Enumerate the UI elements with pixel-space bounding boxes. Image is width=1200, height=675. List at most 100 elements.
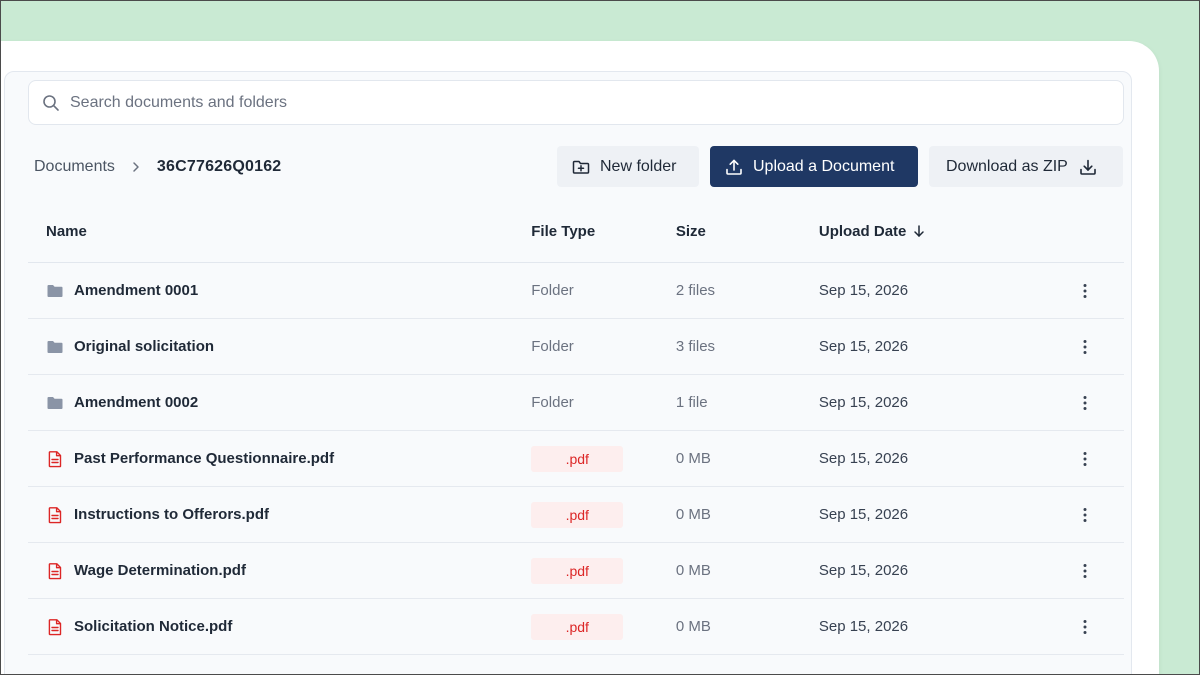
cell-size: 0 MB <box>675 486 819 543</box>
cell-upload-date: Sep 15, 2026 <box>818 262 1045 319</box>
cell-actions <box>1044 542 1124 599</box>
download-icon <box>1078 157 1098 177</box>
cell-size: 0 MB <box>675 598 819 655</box>
more-options-icon[interactable] <box>1075 337 1095 357</box>
file-name[interactable]: Amendment 0001 <box>74 282 198 299</box>
cell-upload-date: Sep 15, 2026 <box>818 374 1045 431</box>
folder-plus-icon <box>571 157 591 177</box>
file-type-text: Folder <box>531 394 574 411</box>
cell-upload-date: Sep 15, 2026 <box>818 318 1045 375</box>
column-header-upload-date[interactable]: Upload Date <box>818 200 1045 263</box>
chevron-right-icon <box>131 161 141 173</box>
breadcrumb-current: 36C77626Q0162 <box>156 158 282 175</box>
more-options-icon[interactable] <box>1075 281 1095 301</box>
cell-file-type: .pdf <box>531 598 676 655</box>
cell-upload-date: Sep 15, 2026 <box>818 486 1045 543</box>
file-size: 3 files <box>675 338 716 355</box>
table-row[interactable]: Amendment 0001 Folder 2 files Sep 15, 2026 <box>28 262 1124 319</box>
file-name[interactable]: Original solicitation <box>74 338 214 355</box>
cell-actions <box>1044 430 1124 487</box>
search-icon <box>42 94 60 112</box>
breadcrumb: Documents 36C77626Q0162 <box>34 142 281 192</box>
search-input[interactable] <box>70 81 1123 124</box>
file-size: 1 file <box>675 394 708 411</box>
cell-size: 2 files <box>675 262 819 319</box>
table-row[interactable]: Instructions to Offerors.pdf .pdf 0 MB Sep … <box>28 486 1124 543</box>
download-zip-label: Download as ZIP <box>946 157 1068 175</box>
column-header-file-type[interactable]: File Type <box>531 200 676 263</box>
file-size: 0 MB <box>675 618 711 635</box>
file-type-badge: .pdf <box>531 501 624 528</box>
file-type-text: Folder <box>531 282 574 299</box>
upload-date: Sep 15, 2026 <box>818 562 909 579</box>
cell-name[interactable]: Amendment 0002 <box>28 374 532 431</box>
column-header-actions <box>1044 200 1124 263</box>
upload-icon <box>724 157 744 177</box>
file-type-badge: .pdf <box>531 445 624 472</box>
file-name[interactable]: Amendment 0002 <box>74 394 198 411</box>
pdf-file-icon <box>46 562 64 580</box>
upload-document-button[interactable]: Upload a Document <box>710 146 918 187</box>
folder-icon <box>46 282 64 300</box>
file-type-badge: .pdf <box>531 613 624 640</box>
cell-file-type: .pdf <box>531 542 676 599</box>
cell-name[interactable]: Past Performance Questionnaire.pdf <box>28 430 532 487</box>
table-header-row: Name File Type Size Upload Date <box>28 200 1124 263</box>
cell-upload-date: Sep 15, 2026 <box>818 598 1045 655</box>
more-options-icon[interactable] <box>1075 505 1095 525</box>
file-size: 0 MB <box>675 450 711 467</box>
cell-file-type: Folder <box>531 374 676 431</box>
upload-document-label: Upload a Document <box>753 157 895 175</box>
upload-date: Sep 15, 2026 <box>818 618 909 635</box>
cell-upload-date: Sep 15, 2026 <box>818 430 1045 487</box>
new-folder-button[interactable]: New folder <box>557 146 699 187</box>
cell-name[interactable]: Solicitation Notice.pdf <box>28 598 532 655</box>
column-header-name[interactable]: Name <box>28 200 532 263</box>
cell-name[interactable]: Instructions to Offerors.pdf <box>28 486 532 543</box>
table-row[interactable]: Past Performance Questionnaire.pdf .pdf 0 … <box>28 430 1124 487</box>
cell-file-type: Folder <box>531 318 676 375</box>
file-size: 2 files <box>675 282 716 299</box>
table-row[interactable]: Original solicitation Folder 3 files Sep 15… <box>28 318 1124 375</box>
more-options-icon[interactable] <box>1075 449 1095 469</box>
download-zip-button[interactable]: Download as ZIP <box>929 146 1123 187</box>
cell-actions <box>1044 374 1124 431</box>
app-window: Documents 36C77626Q0162 New folder <box>0 41 1159 675</box>
file-size: 0 MB <box>675 506 711 523</box>
file-name[interactable]: Instructions to Offerors.pdf <box>74 506 269 523</box>
upload-date: Sep 15, 2026 <box>818 282 909 299</box>
table-row[interactable]: Solicitation Notice.pdf .pdf 0 MB Sep 15, 2… <box>28 598 1124 655</box>
cell-size: 3 files <box>675 318 819 375</box>
pdf-file-icon <box>46 450 64 468</box>
pdf-file-icon <box>46 506 64 524</box>
new-folder-label: New folder <box>600 157 677 175</box>
cell-name[interactable]: Original solicitation <box>28 318 532 375</box>
cell-size: 0 MB <box>675 542 819 599</box>
cell-actions <box>1044 262 1124 319</box>
cell-actions <box>1044 318 1124 375</box>
more-options-icon[interactable] <box>1075 561 1095 581</box>
breadcrumb-root-link[interactable]: Documents <box>34 158 115 176</box>
cell-file-type: Folder <box>531 262 676 319</box>
cell-file-type: .pdf <box>531 430 676 487</box>
folder-icon <box>46 338 64 356</box>
upload-date: Sep 15, 2026 <box>818 338 909 355</box>
search-bar[interactable] <box>28 80 1124 125</box>
pdf-file-icon <box>46 618 64 636</box>
file-type-badge: .pdf <box>531 557 624 584</box>
more-options-icon[interactable] <box>1075 617 1095 637</box>
cell-name[interactable]: Wage Determination.pdf <box>28 542 532 599</box>
file-name[interactable]: Solicitation Notice.pdf <box>74 618 232 635</box>
table-row[interactable]: Wage Determination.pdf .pdf 0 MB Sep 15, 20… <box>28 542 1124 599</box>
file-name[interactable]: Wage Determination.pdf <box>74 562 246 579</box>
cell-size: 0 MB <box>675 430 819 487</box>
more-options-icon[interactable] <box>1075 393 1095 413</box>
upload-date: Sep 15, 2026 <box>818 506 909 523</box>
column-header-size[interactable]: Size <box>675 200 819 263</box>
file-size: 0 MB <box>675 562 711 579</box>
cell-name[interactable]: Amendment 0001 <box>28 262 532 319</box>
folder-icon <box>46 394 64 412</box>
file-name[interactable]: Past Performance Questionnaire.pdf <box>74 450 334 467</box>
table-row[interactable]: Amendment 0002 Folder 1 file Sep 15, 2026 <box>28 374 1124 431</box>
arrow-down-icon <box>912 224 926 238</box>
